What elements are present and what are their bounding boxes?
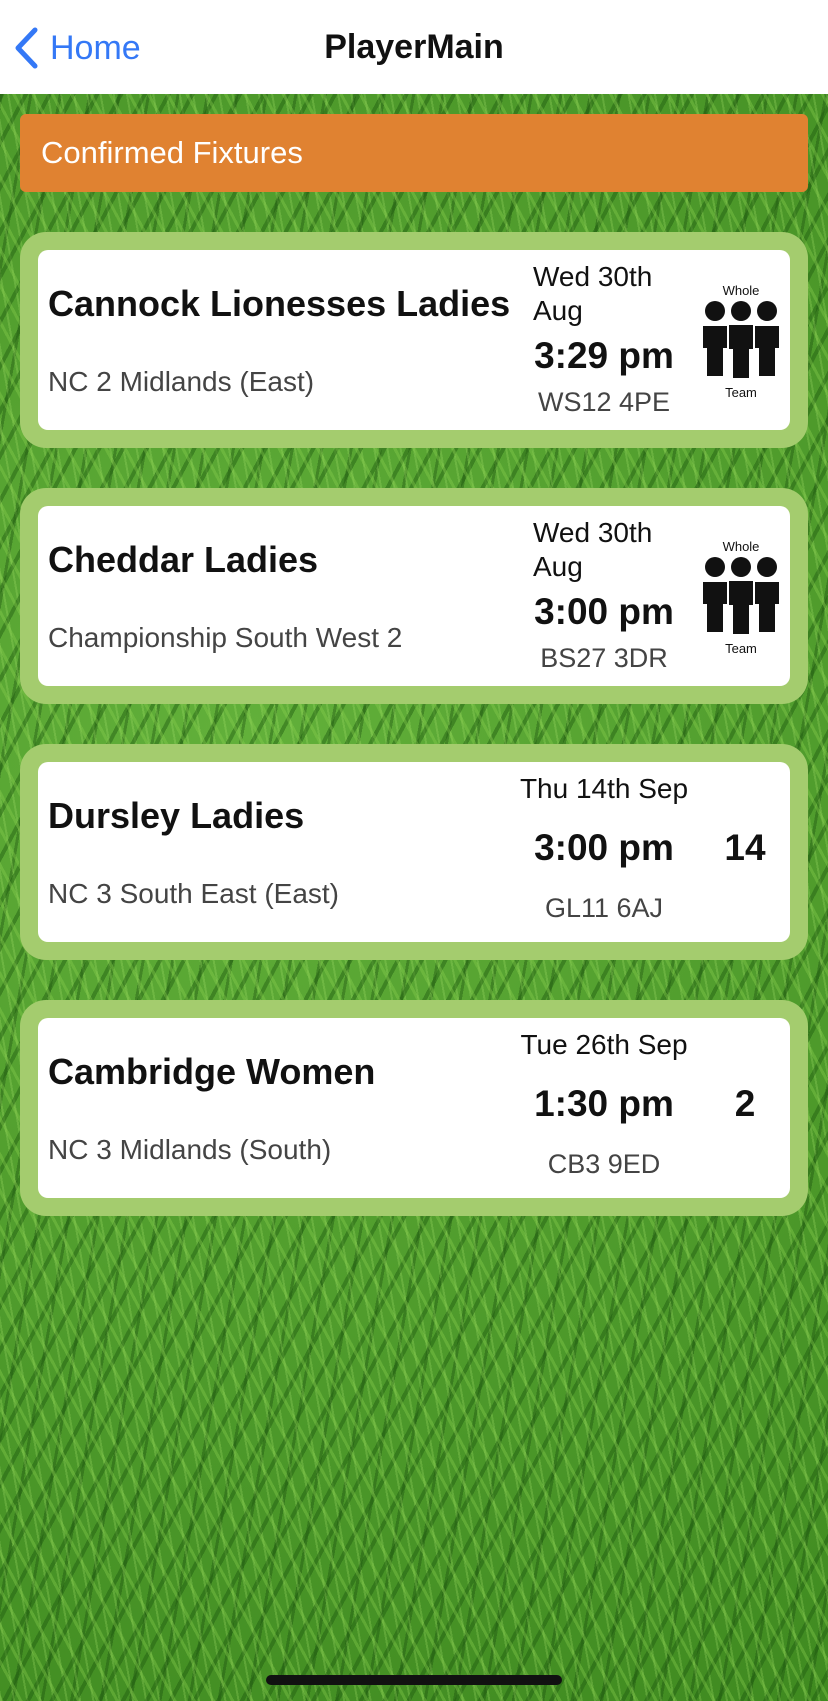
fixture-card-body: Cannock Lionesses Ladies NC 2 Midlands (…: [38, 250, 790, 430]
fixture-date: Tue 26th Sep: [520, 1029, 688, 1060]
fixture-postcode: WS12 4PE: [537, 387, 671, 417]
fixture-card[interactable]: Cheddar Ladies Championship South West 2…: [20, 488, 808, 704]
whole-team-icon: Whole Team: [696, 536, 786, 660]
fixture-league: NC 3 South East (East): [48, 878, 340, 909]
fixture-league: NC 3 Midlands (South): [48, 1134, 332, 1165]
fixture-date: Thu 14th Sep: [519, 773, 689, 804]
fixture-time: 3:00 pm: [534, 591, 674, 632]
navigation-bar: Home PlayerMain: [0, 0, 828, 94]
fixture-date: Wed 30th Aug: [533, 516, 683, 584]
fixture-team-name: Dursley Ladies: [48, 795, 305, 836]
fixture-card[interactable]: Cannock Lionesses Ladies NC 2 Midlands (…: [20, 232, 808, 448]
fixture-player-count: 2: [734, 1083, 756, 1124]
fixture-postcode: BS27 3DR: [540, 643, 668, 673]
fixture-postcode: CB3 9ED: [547, 1149, 661, 1179]
people-group-icon: [703, 557, 779, 634]
fixture-team-name: Cheddar Ladies: [48, 539, 319, 580]
whole-team-icon-bottom-label: Team: [725, 385, 757, 400]
fixture-league: Championship South West 2: [48, 622, 403, 653]
fixture-card-body: Dursley Ladies NC 3 South East (East) Th…: [38, 762, 790, 942]
fixture-postcode: GL11 6AJ: [544, 893, 664, 923]
fixture-date-line1: Wed 30th: [533, 517, 653, 548]
fixture-date: Wed 30th Aug: [533, 260, 683, 328]
fixture-date-line2: Aug: [533, 295, 583, 326]
fixture-date-line1: Wed 30th: [533, 261, 653, 292]
section-header-confirmed-fixtures: Confirmed Fixtures: [20, 114, 808, 192]
fixture-time: 3:00 pm: [534, 827, 674, 868]
fixture-team-name: Cannock Lionesses Ladies: [48, 283, 511, 324]
whole-team-icon-bottom-label: Team: [725, 641, 757, 656]
fixture-time: 1:30 pm: [534, 1083, 674, 1124]
people-group-icon: [703, 301, 779, 378]
fixture-card-body: Cambridge Women NC 3 Midlands (South) Tu…: [38, 1018, 790, 1198]
fixture-league: NC 2 Midlands (East): [48, 366, 315, 397]
fixture-time: 3:29 pm: [534, 335, 674, 376]
fixture-team-name: Cambridge Women: [48, 1051, 376, 1092]
whole-team-icon: Whole Team: [696, 280, 786, 404]
fixture-card-body: Cheddar Ladies Championship South West 2…: [38, 506, 790, 686]
fixture-player-count: 14: [724, 827, 766, 868]
section-header-label: Confirmed Fixtures: [41, 135, 303, 170]
page-title: PlayerMain: [324, 28, 504, 66]
fixture-card[interactable]: Cambridge Women NC 3 Midlands (South) Tu…: [20, 1000, 808, 1216]
fixture-card[interactable]: Dursley Ladies NC 3 South East (East) Th…: [20, 744, 808, 960]
fixture-date-line2: Aug: [533, 551, 583, 582]
home-indicator[interactable]: [266, 1675, 562, 1685]
